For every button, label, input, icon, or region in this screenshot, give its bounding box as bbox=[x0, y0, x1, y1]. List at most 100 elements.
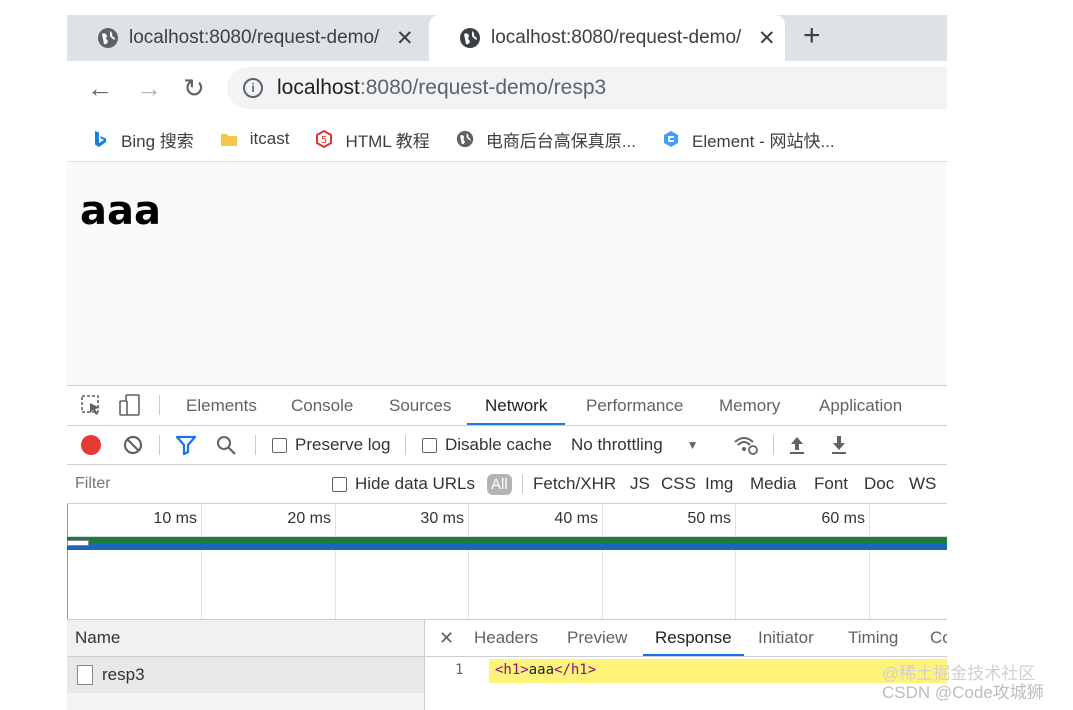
code-text: aaa bbox=[528, 662, 555, 678]
browser-tab[interactable]: localhost:8080/request-demo/ ✕ bbox=[67, 15, 429, 61]
separator bbox=[773, 435, 774, 455]
filter-font[interactable]: Font bbox=[814, 465, 848, 503]
network-conditions-icon bbox=[734, 437, 758, 455]
tab-title: localhost:8080/request-demo/ bbox=[129, 27, 380, 48]
tick-label: 50 ms bbox=[687, 510, 731, 527]
disable-cache-checkbox[interactable]: Disable cache bbox=[422, 426, 552, 464]
tick-label: 40 ms bbox=[554, 510, 598, 527]
tab-elements[interactable]: Elements bbox=[186, 386, 257, 425]
site-info-icon[interactable]: i bbox=[243, 78, 263, 98]
close-detail-icon[interactable]: ✕ bbox=[439, 620, 454, 656]
url-path: :8080/request-demo/resp3 bbox=[359, 76, 607, 99]
request-name: resp3 bbox=[102, 665, 145, 684]
tab-response[interactable]: Response bbox=[643, 620, 744, 656]
export-har-button[interactable] bbox=[829, 426, 849, 464]
network-conditions-button[interactable] bbox=[733, 426, 759, 464]
checkbox-box bbox=[422, 437, 437, 453]
search-button[interactable] bbox=[215, 426, 237, 464]
tab-preview[interactable]: Preview bbox=[567, 620, 627, 656]
bookmark-label: itcast bbox=[249, 129, 290, 148]
tab-initiator[interactable]: Initiator bbox=[758, 620, 814, 656]
filter-toggle-button[interactable] bbox=[175, 426, 197, 464]
back-arrow-icon[interactable]: ← bbox=[87, 73, 113, 104]
close-tab-icon[interactable]: ✕ bbox=[396, 26, 414, 51]
waterfall-bar-waiting bbox=[67, 537, 947, 544]
filter-img[interactable]: Img bbox=[705, 465, 733, 503]
request-detail: ✕ Headers Preview Response Initiator Tim… bbox=[425, 620, 947, 710]
response-code[interactable]: <h1>aaa</h1> bbox=[495, 662, 596, 678]
watermark-line1: @稀土掘金技术社区 bbox=[882, 664, 1036, 683]
tab-timing[interactable]: Timing bbox=[848, 620, 898, 656]
separator bbox=[255, 435, 256, 455]
inspect-element-icon[interactable] bbox=[81, 395, 103, 417]
tab-sources[interactable]: Sources bbox=[389, 386, 451, 425]
bookmark-bing[interactable]: Bing 搜索 bbox=[91, 127, 194, 152]
forward-arrow-icon[interactable]: → bbox=[136, 73, 162, 104]
address-url[interactable]: localhost:8080/request-demo/resp3 bbox=[277, 76, 606, 100]
filter-js[interactable]: JS bbox=[630, 465, 650, 503]
close-tab-icon[interactable]: ✕ bbox=[758, 26, 776, 51]
code-open-tag: <h1> bbox=[495, 662, 529, 678]
bookmark-itcast[interactable]: itcast bbox=[220, 129, 290, 149]
filter-doc[interactable]: Doc bbox=[864, 465, 894, 503]
tab-memory[interactable]: Memory bbox=[719, 386, 780, 425]
separator bbox=[159, 395, 160, 415]
tab-application[interactable]: Application bbox=[819, 386, 902, 425]
clear-button[interactable] bbox=[122, 426, 144, 464]
browser-toolbar: ← → ↻ i localhost:8080/request-demo/resp… bbox=[67, 61, 947, 117]
preserve-log-checkbox[interactable]: Preserve log bbox=[272, 426, 390, 464]
watermark-line2: CSDN @Code攻城狮 bbox=[882, 683, 1044, 702]
filter-all-button[interactable]: All bbox=[487, 465, 512, 503]
device-toolbar-icon[interactable] bbox=[119, 394, 141, 416]
tab-console[interactable]: Console bbox=[291, 386, 353, 425]
bookmark-label: Bing 搜索 bbox=[121, 131, 194, 151]
waterfall-bar-queued bbox=[67, 540, 89, 546]
tab-headers[interactable]: Headers bbox=[474, 620, 538, 656]
network-overview-timeline[interactable]: 10 ms 20 ms 30 ms 40 ms 50 ms 60 ms bbox=[67, 504, 947, 620]
response-code-line: 1 <h1>aaa</h1> bbox=[425, 657, 947, 685]
filter-bar: Hide data URLs All Fetch/XHR JS CSS Img … bbox=[67, 465, 947, 504]
throttling-value: No throttling bbox=[571, 435, 663, 454]
throttling-select[interactable]: No throttling ▼ bbox=[571, 426, 699, 464]
url-host: localhost bbox=[277, 76, 360, 99]
request-row[interactable]: resp3 bbox=[67, 657, 424, 693]
filter-css[interactable]: CSS bbox=[661, 465, 696, 503]
upload-icon bbox=[790, 437, 804, 454]
bookmark-html-tutorial[interactable]: 5 HTML 教程 bbox=[315, 127, 430, 152]
gridline bbox=[335, 504, 336, 619]
filter-input[interactable] bbox=[71, 470, 323, 498]
record-button[interactable] bbox=[81, 426, 101, 464]
bookmark-ecommerce[interactable]: 电商后台高保真原... bbox=[456, 127, 636, 152]
waterfall-bar-download bbox=[67, 544, 947, 550]
detail-tab-bar: ✕ Headers Preview Response Initiator Tim… bbox=[425, 620, 947, 657]
bing-icon bbox=[95, 131, 106, 147]
filter-all-label: All bbox=[487, 473, 512, 495]
filter-media[interactable]: Media bbox=[750, 465, 796, 503]
tick-label: 20 ms bbox=[287, 510, 331, 527]
hide-data-urls-checkbox[interactable]: Hide data URLs bbox=[332, 465, 475, 503]
record-icon bbox=[81, 435, 101, 455]
browser-tab-active[interactable]: localhost:8080/request-demo/ ✕ bbox=[429, 15, 785, 61]
bookmark-element[interactable]: Element - 网站快... bbox=[662, 127, 835, 152]
dropdown-arrow-icon: ▼ bbox=[686, 438, 699, 452]
separator bbox=[159, 435, 160, 455]
new-tab-button[interactable]: + bbox=[803, 19, 821, 53]
import-har-button[interactable] bbox=[787, 426, 807, 464]
hide-data-urls-label: Hide data URLs bbox=[355, 474, 476, 493]
reload-icon[interactable]: ↻ bbox=[183, 73, 205, 104]
svg-text:5: 5 bbox=[321, 135, 327, 146]
filter-ws[interactable]: WS bbox=[909, 465, 936, 503]
tick-label: 30 ms bbox=[420, 510, 464, 527]
address-bar[interactable]: i localhost:8080/request-demo/resp3 bbox=[227, 67, 947, 109]
watermark: @稀土掘金技术社区 CSDN @Code攻城狮 bbox=[882, 664, 1044, 702]
gridline bbox=[67, 504, 68, 619]
filter-fetch-xhr[interactable]: Fetch/XHR bbox=[533, 465, 616, 503]
network-toolbar: Preserve log Disable cache No throttling… bbox=[67, 426, 947, 465]
tab-network[interactable]: Network bbox=[467, 386, 566, 425]
name-column-header[interactable]: Name bbox=[67, 620, 424, 657]
tab-title: localhost:8080/request-demo/ bbox=[491, 27, 742, 48]
tab-cookies[interactable]: Co bbox=[930, 620, 947, 656]
checkbox-box bbox=[272, 437, 287, 453]
html-tutorial-icon: 5 bbox=[316, 130, 333, 148]
tab-performance[interactable]: Performance bbox=[586, 386, 683, 425]
